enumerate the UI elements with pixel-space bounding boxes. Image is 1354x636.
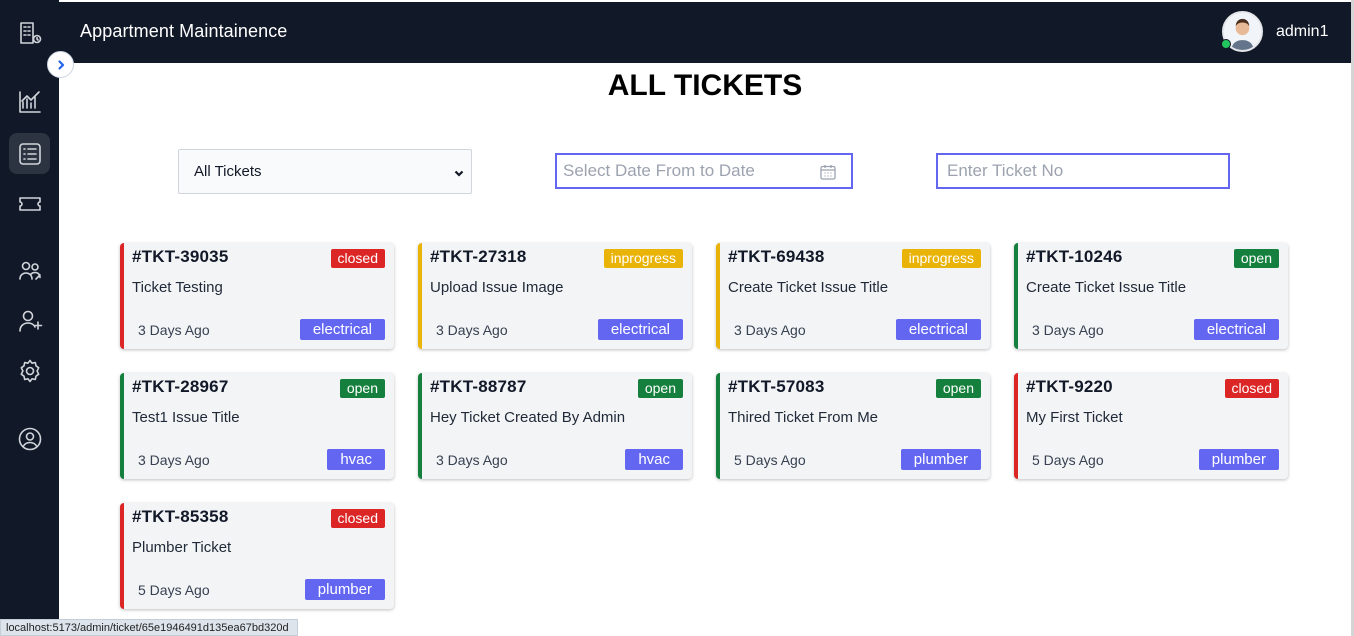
category-badge: electrical xyxy=(299,319,385,340)
chevron-right-icon xyxy=(57,59,64,70)
ticket-card[interactable]: #TKT-28967 open Test1 Issue Title 3 Days Ag… xyxy=(120,373,394,479)
category-badge: plumber xyxy=(304,579,385,600)
ticket-title: Create Ticket Issue Title xyxy=(728,279,889,296)
ticket-id: #TKT-85358 xyxy=(132,507,229,526)
chevron-down-icon xyxy=(453,166,465,178)
sidebar-item-ticket[interactable] xyxy=(9,183,50,224)
ticket-card[interactable]: #TKT-88787 open Hey Ticket Created By Admi… xyxy=(418,373,692,479)
ticket-number-input[interactable] xyxy=(936,153,1230,189)
ticket-filter-select[interactable]: All Tickets xyxy=(178,149,472,194)
ticket-time: 3 Days Ago xyxy=(1032,322,1104,338)
ticket-card[interactable]: #TKT-57083 open Thired Ticket From Me 5 Day… xyxy=(716,373,990,479)
users-icon xyxy=(18,261,41,280)
user-circle-icon xyxy=(18,427,41,450)
ticket-time: 5 Days Ago xyxy=(138,582,210,598)
ticket-card[interactable]: #TKT-39035 closed Ticket Testing 3 Days Ago… xyxy=(120,243,394,349)
ticket-filter-value: All Tickets xyxy=(194,163,262,180)
category-badge: hvac xyxy=(625,449,683,470)
ticket-time: 5 Days Ago xyxy=(734,452,806,468)
ticket-card[interactable]: #TKT-85358 closed Plumber Ticket 5 Days Ago… xyxy=(120,503,394,609)
gear-icon xyxy=(20,359,39,382)
date-range-input[interactable]: Select Date From to Date xyxy=(555,153,853,189)
status-badge: closed xyxy=(330,249,385,268)
sidebar-item-users[interactable] xyxy=(9,250,50,291)
ticket-id: #TKT-27318 xyxy=(430,247,527,266)
ticket-title: Thired Ticket From Me xyxy=(728,409,879,426)
ticket-id: #TKT-69438 xyxy=(728,247,825,266)
status-badge: inprogress xyxy=(603,249,683,268)
ticket-card[interactable]: #TKT-10246 open Create Ticket Issue Title 3… xyxy=(1014,243,1288,349)
sidebar-item-tickets-list[interactable] xyxy=(9,133,50,174)
ticket-time: 3 Days Ago xyxy=(436,452,508,468)
category-badge: electrical xyxy=(597,319,683,340)
ticket-title: Plumber Ticket xyxy=(132,539,232,556)
status-badge: open xyxy=(637,379,683,398)
status-badge: open xyxy=(1233,249,1279,268)
category-badge: electrical xyxy=(1193,319,1279,340)
building-icon xyxy=(19,21,41,44)
ticket-time: 3 Days Ago xyxy=(138,322,210,338)
ticket-title: Ticket Testing xyxy=(132,279,223,296)
ticket-card[interactable]: #TKT-9220 closed My First Ticket 5 Days Ago… xyxy=(1014,373,1288,479)
category-badge: hvac xyxy=(327,449,385,470)
sidebar-toggle-button[interactable] xyxy=(47,51,74,78)
status-badge: closed xyxy=(1224,379,1279,398)
ticket-time: 3 Days Ago xyxy=(138,452,210,468)
ticket-card[interactable]: #TKT-27318 inprogress Upload Issue Image 3 … xyxy=(418,243,692,349)
ticket-card[interactable]: #TKT-69438 inprogress Create Ticket Issue … xyxy=(716,243,990,349)
ticket-icon xyxy=(18,196,41,211)
category-badge: electrical xyxy=(895,319,981,340)
ticket-time: 3 Days Ago xyxy=(436,322,508,338)
sidebar-item-profile[interactable] xyxy=(9,418,50,459)
sidebar-item-home[interactable] xyxy=(9,12,50,53)
sidebar-item-analytics[interactable] xyxy=(9,81,50,122)
user-name[interactable]: admin1 xyxy=(1276,23,1328,41)
date-range-placeholder: Select Date From to Date xyxy=(563,161,755,180)
ticket-title: Hey Ticket Created By Admin xyxy=(430,409,626,426)
status-badge: open xyxy=(935,379,981,398)
chart-icon xyxy=(18,90,41,113)
status-badge: closed xyxy=(330,509,385,528)
calendar-icon[interactable] xyxy=(819,163,837,181)
ticket-title: My First Ticket xyxy=(1026,409,1123,426)
ticket-id: #TKT-88787 xyxy=(430,377,527,396)
ticket-id: #TKT-9220 xyxy=(1026,377,1113,396)
status-badge: open xyxy=(339,379,385,398)
ticket-title: Upload Issue Image xyxy=(430,279,564,296)
page-title: ALL TICKETS xyxy=(607,69,803,102)
category-badge: plumber xyxy=(1198,449,1279,470)
ticket-id: #TKT-39035 xyxy=(132,247,229,266)
browser-status-url: localhost:5173/admin/ticket/65e1946491d1… xyxy=(0,619,298,636)
ticket-id: #TKT-10246 xyxy=(1026,247,1123,266)
list-icon xyxy=(18,142,41,165)
sidebar-item-add-user[interactable] xyxy=(9,300,50,341)
sidebar xyxy=(0,0,59,636)
ticket-time: 5 Days Ago xyxy=(1032,452,1104,468)
app-title: Appartment Maintainence xyxy=(80,21,288,41)
online-status-dot xyxy=(1221,39,1231,49)
category-badge: plumber xyxy=(900,449,981,470)
ticket-id: #TKT-57083 xyxy=(728,377,825,396)
ticket-time: 3 Days Ago xyxy=(734,322,806,338)
sidebar-item-settings[interactable] xyxy=(9,350,50,391)
ticket-title: Test1 Issue Title xyxy=(132,409,240,426)
status-badge: inprogress xyxy=(901,249,981,268)
ticket-id: #TKT-28967 xyxy=(132,377,229,396)
add-user-icon xyxy=(18,310,42,332)
ticket-title: Create Ticket Issue Title xyxy=(1026,279,1187,296)
top-bar: Appartment Maintainence admin1 xyxy=(59,2,1351,63)
